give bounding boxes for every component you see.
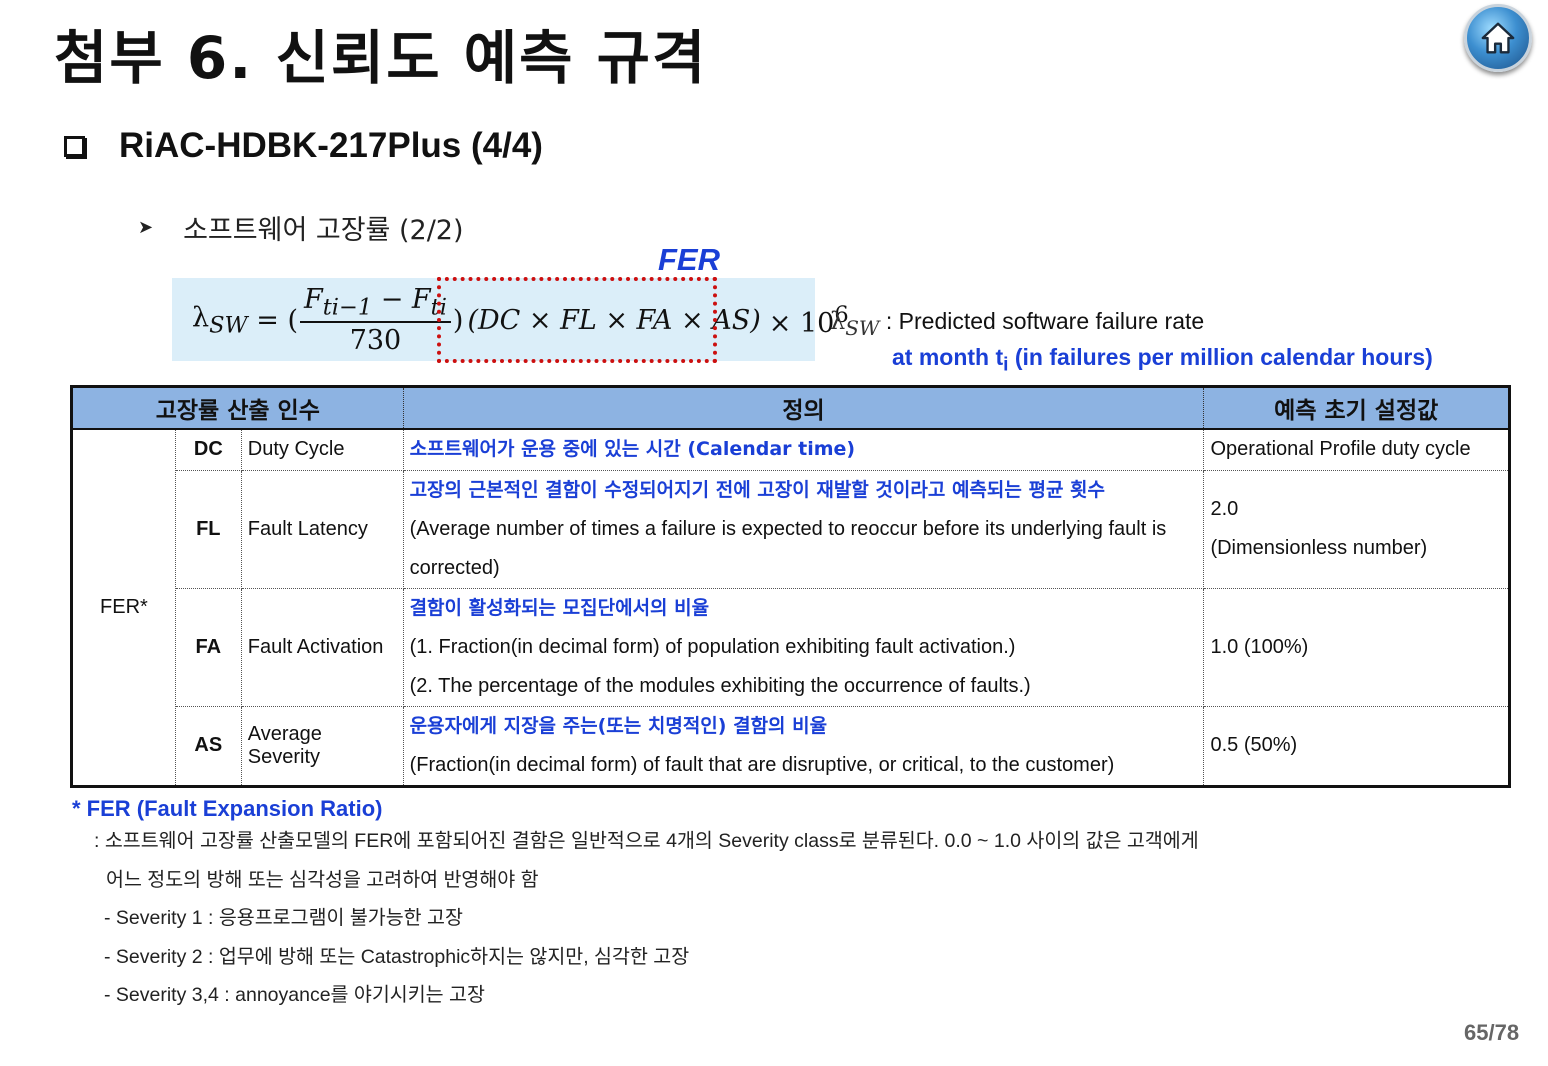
section-heading: RiAC-HDBK-217Plus (4/4): [64, 126, 543, 166]
notes-line: - Severity 1 : 응용프로그램이 불가능한 고장: [104, 907, 463, 929]
definition-korean: 운용자에게 지장을 주는(또는 치명적인) 결함의 비율: [409, 714, 828, 737]
factor-code: AS: [174, 705, 242, 787]
definition-english-line: corrected): [409, 556, 500, 579]
initial-value-line: (Dimensionless number): [1210, 537, 1428, 559]
notes-line: - Severity 3,4 : annoyance를 야기시키는 고장: [104, 984, 485, 1006]
factor-initial-value: 1.0 (100%): [1203, 587, 1510, 707]
subsection-title: 소프트웨어 고장률 (2/2): [183, 215, 464, 246]
fer-group-label: FER*: [71, 428, 176, 787]
fer-factor-table: 고장률 산출 인수 정의 예측 초기 설정값 FER* DC Duty Cycl…: [70, 385, 1511, 788]
header-initial-value: 예측 초기 설정값: [1203, 386, 1510, 430]
square-bullet-icon: [64, 135, 85, 157]
factor-definition: 소프트웨어가 운용 중에 있는 시간 (Calendar time): [402, 428, 1205, 471]
table-row: FA Fault Activation 결함이 활성화되는 모집단에서의 비율 …: [72, 587, 1510, 707]
initial-value-line: 1.0 (100%): [1210, 635, 1309, 658]
page-number: 65/78: [1464, 1020, 1520, 1045]
factor-code: FA: [174, 587, 242, 707]
header-definition: 정의: [402, 386, 1204, 430]
initial-value-line: Operational Profile duty cycle: [1210, 438, 1471, 461]
page-title: 첨부 6. 신뢰도 예측 규격: [54, 24, 708, 92]
definition-english-line: (Average number of times a failure is ex…: [409, 517, 1167, 540]
lambda-definition-line2: at month ti (in failures per million cal…: [892, 343, 1433, 376]
definition-korean: 소프트웨어가 운용 중에 있는 시간 (Calendar time): [409, 438, 856, 461]
definition-korean: 결함이 활성화되는 모집단에서의 비율: [409, 596, 710, 619]
definition-english-line: (1. Fraction(in decimal form) of populat…: [409, 635, 1016, 658]
factor-definition: 결함이 활성화되는 모집단에서의 비율 (1. Fraction(in deci…: [402, 587, 1205, 707]
fer-callout-label: FER: [658, 242, 720, 277]
arrowhead-bullet-icon: ➤: [138, 217, 154, 238]
definition-korean: 고장의 근본적인 결함이 수정되어지기 전에 고장이 재발할 것이라고 예측되는…: [409, 478, 1106, 501]
table-row: FER* DC Duty Cycle 소프트웨어가 운용 중에 있는 시간 (C…: [71, 428, 1510, 787]
initial-value-line: 2.0: [1210, 498, 1239, 520]
formula-lambda: λSW: [192, 301, 248, 339]
home-button[interactable]: [1464, 4, 1532, 72]
factor-code: DC: [174, 428, 242, 471]
fer-notes: * FER (Fault Expansion Ratio) : 소프트웨어 고장…: [72, 796, 1199, 1015]
factor-name: Fault Activation: [240, 587, 404, 707]
notes-line: 어느 정도의 방해 또는 심각성을 고려하여 반영해야 함: [106, 868, 539, 891]
lambda-definition: λSW : Predicted software failure rate at…: [830, 307, 1433, 376]
header-factor: 고장률 산출 인수: [71, 386, 404, 430]
table-row: AS Average Severity 운용자에게 지장을 주는(또는 치명적인…: [72, 705, 1510, 787]
notes-line: : 소프트웨어 고장률 산출모델의 FER에 포함되어진 결함은 일반적으로 4…: [94, 830, 1199, 852]
factor-name: Fault Latency: [240, 469, 404, 589]
formula-fraction: Fti−1 − Fti 730: [300, 284, 451, 356]
factor-initial-value: 2.0 (Dimensionless number): [1203, 469, 1510, 589]
factor-initial-value: 0.5 (50%): [1203, 705, 1510, 787]
subsection-heading: ➤ 소프트웨어 고장률 (2/2): [138, 208, 464, 247]
initial-value-line: 0.5 (50%): [1210, 734, 1298, 756]
factor-name: Duty Cycle: [240, 428, 404, 471]
definition-english-line: (2. The percentage of the modules exhibi…: [409, 674, 1031, 697]
table-row: FL Fault Latency 고장의 근본적인 결함이 수정되어지기 전에 …: [72, 469, 1510, 589]
section-title: RiAC-HDBK-217Plus (4/4): [119, 126, 543, 165]
formula-equals: = (: [247, 304, 298, 336]
formula-numerator: Fti−1 − Fti: [300, 284, 451, 323]
factor-name: Average Severity: [240, 705, 404, 787]
table-header-row: 고장률 산출 인수 정의 예측 초기 설정값: [71, 386, 1510, 430]
home-icon: [1481, 22, 1515, 54]
notes-heading: * FER (Fault Expansion Ratio): [72, 796, 383, 821]
fer-highlight-box: [437, 277, 717, 363]
factor-definition: 운용자에게 지장을 주는(또는 치명적인) 결함의 비율 (Fraction(i…: [402, 705, 1205, 787]
formula-denominator: 730: [349, 324, 402, 356]
notes-line: - Severity 2 : 업무에 방해 또는 Catastrophic하지는…: [104, 945, 690, 968]
factor-initial-value: Operational Profile duty cycle: [1203, 428, 1510, 471]
lambda-definition-line1: λSW : Predicted software failure rate: [830, 307, 1205, 340]
factor-definition: 고장의 근본적인 결함이 수정되어지기 전에 고장이 재발할 것이라고 예측되는…: [402, 469, 1205, 589]
definition-english-line: (Fraction(in decimal form) of fault that…: [409, 753, 1115, 776]
factor-code: FL: [174, 469, 242, 589]
